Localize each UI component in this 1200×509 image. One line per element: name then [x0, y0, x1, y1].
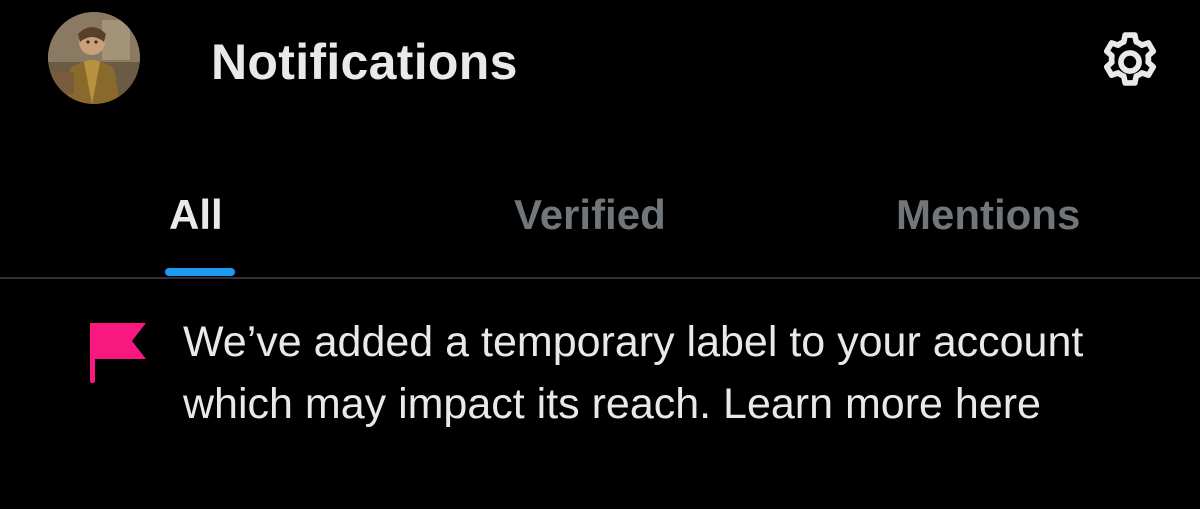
tab-all[interactable]: All — [169, 188, 223, 242]
gear-icon — [1103, 32, 1157, 86]
profile-avatar[interactable] — [48, 12, 140, 104]
notification-tabs: All Verified Mentions — [0, 170, 1200, 278]
flag-icon — [86, 321, 150, 385]
page-title: Notifications — [211, 34, 518, 90]
avatar-image — [48, 12, 140, 104]
active-tab-indicator — [165, 268, 235, 276]
notification-item[interactable]: We’ve added a temporary label to your ac… — [0, 279, 1200, 509]
tab-verified[interactable]: Verified — [514, 188, 666, 242]
top-bar: Notifications — [0, 0, 1200, 130]
settings-button[interactable] — [1096, 28, 1164, 96]
notification-text: We’ve added a temporary label to your ac… — [183, 318, 1084, 428]
tab-mentions[interactable]: Mentions — [896, 188, 1080, 242]
